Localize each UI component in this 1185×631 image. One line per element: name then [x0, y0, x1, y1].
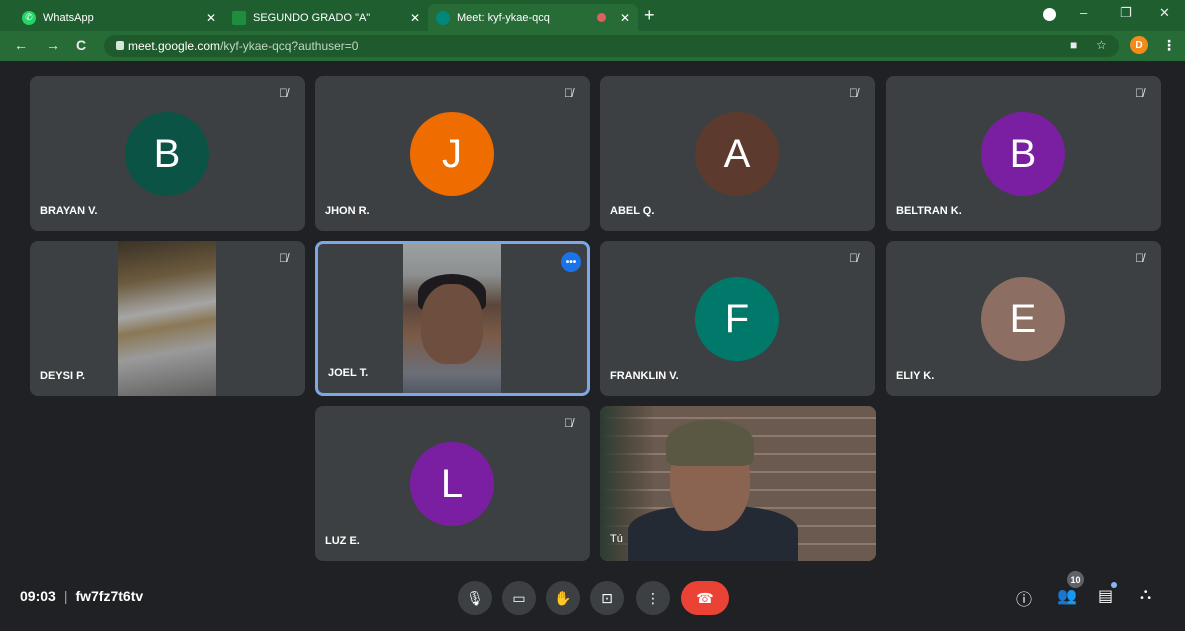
- bookmark-star-icon[interactable]: ☆: [1096, 38, 1107, 52]
- raise-hand-button[interactable]: ✋: [546, 581, 580, 615]
- profile-avatar[interactable]: D: [1130, 36, 1148, 54]
- participant-tile[interactable]: B 🎙̸ BRAYAN V.: [30, 76, 305, 231]
- participant-name: JOEL T.: [328, 367, 369, 379]
- avatar: L: [410, 442, 494, 526]
- tab-label: SEGUNDO GRADO "A": [253, 11, 371, 24]
- participant-name: ABEL Q.: [610, 205, 655, 217]
- browser-tab-bar: ✆ WhatsApp ✕ SEGUNDO GRADO "A" ✕ Meet: k…: [0, 0, 1185, 31]
- classroom-icon: [232, 10, 246, 25]
- participant-tile[interactable]: 🎙̸ DEYSI P.: [30, 241, 305, 396]
- participant-name: FRANKLIN V.: [610, 370, 679, 382]
- address-bar: ← → C meet.google.com/kyf-ykae-qcq?authu…: [0, 31, 1185, 61]
- url-field[interactable]: meet.google.com/kyf-ykae-qcq?authuser=0: [104, 35, 1119, 57]
- participant-video: [118, 241, 216, 396]
- avatar: B: [125, 112, 209, 196]
- tab-label: Meet: kyf-ykae-qcq: [457, 11, 550, 24]
- people-icon[interactable]: 👥: [1057, 586, 1077, 606]
- avatar: E: [981, 277, 1065, 361]
- meeting-controls-bar: 09:03 | fw7fz7t6tv 🎙 ▭ ✋ ⊡ ⋮ ☎ ⓘ 👥 ▤ ⛬: [0, 572, 1185, 631]
- tab-classroom[interactable]: SEGUNDO GRADO "A" ✕: [224, 4, 428, 31]
- participant-tile[interactable]: F 🎙̸ FRANKLIN V.: [600, 241, 875, 396]
- mic-off-icon: 🎙̸: [564, 86, 573, 100]
- new-tab-button[interactable]: +: [644, 5, 655, 26]
- minimize-icon[interactable]: –: [1080, 5, 1087, 20]
- leave-call-button[interactable]: ☎: [681, 581, 729, 615]
- browser-menu-icon[interactable]: ⋮: [1162, 37, 1176, 54]
- restore-icon[interactable]: ❐: [1120, 5, 1132, 21]
- tab-label: WhatsApp: [43, 11, 94, 24]
- camera-button[interactable]: ▭: [502, 581, 536, 615]
- tab-search-icon[interactable]: [1043, 8, 1056, 21]
- participant-tile[interactable]: E 🎙̸ ELIY K.: [886, 241, 1161, 396]
- avatar: A: [695, 112, 779, 196]
- mic-off-icon: 🎙̸: [849, 86, 858, 100]
- participant-name: JHON R.: [325, 205, 370, 217]
- chat-icon[interactable]: ▤: [1098, 586, 1113, 606]
- close-icon[interactable]: ✕: [206, 11, 216, 25]
- window-close-icon[interactable]: ✕: [1159, 5, 1170, 21]
- participant-count-badge: 10: [1067, 571, 1084, 588]
- meeting-time: 09:03: [20, 588, 56, 604]
- hand-icon: ✋: [554, 589, 572, 606]
- camera-permission-icon[interactable]: ■: [1070, 38, 1077, 52]
- mic-off-icon: 🎙̸: [564, 416, 573, 430]
- microphone-button[interactable]: 🎙: [458, 581, 492, 615]
- self-tile[interactable]: Tú: [600, 406, 876, 561]
- present-button[interactable]: ⊡: [590, 581, 624, 615]
- participant-name: LUZ E.: [325, 535, 360, 547]
- more-options-icon[interactable]: •••: [561, 252, 581, 272]
- activities-icon[interactable]: ⛬: [1140, 586, 1151, 604]
- participant-name: Tú: [610, 533, 623, 545]
- participant-tile[interactable]: B 🎙̸ BELTRAN K.: [886, 76, 1161, 231]
- mic-off-icon: 🎙̸: [1135, 251, 1144, 265]
- lock-icon: [116, 41, 124, 50]
- forward-icon[interactable]: →: [46, 37, 60, 53]
- recording-icon: [596, 13, 606, 22]
- tab-whatsapp[interactable]: ✆ WhatsApp ✕: [14, 4, 224, 31]
- mic-off-icon: 🎙̸: [279, 86, 288, 100]
- hangup-icon: ☎: [696, 589, 714, 606]
- close-icon[interactable]: ✕: [620, 11, 630, 25]
- mic-off-icon: 🎙̸: [279, 251, 288, 265]
- avatar: F: [695, 277, 779, 361]
- avatar: B: [981, 112, 1065, 196]
- participant-video: [403, 244, 501, 393]
- mic-off-icon: 🎙̸: [1135, 86, 1144, 100]
- present-screen-icon: ⊡: [601, 589, 613, 606]
- close-icon[interactable]: ✕: [410, 11, 420, 25]
- back-icon[interactable]: ←: [14, 37, 28, 53]
- more-vert-icon: ⋮: [646, 589, 660, 606]
- reload-icon[interactable]: C: [76, 37, 86, 53]
- mic-off-icon: 🎙̸: [849, 251, 858, 265]
- participant-tile[interactable]: A 🎙̸ ABEL Q.: [600, 76, 875, 231]
- participant-tile[interactable]: L 🎙̸ LUZ E.: [315, 406, 590, 561]
- whatsapp-icon: ✆: [22, 10, 36, 25]
- participant-name: BRAYAN V.: [40, 205, 98, 217]
- participant-name: BELTRAN K.: [896, 205, 962, 217]
- participant-tile[interactable]: J 🎙̸ JHON R.: [315, 76, 590, 231]
- participant-tile-selected[interactable]: ••• JOEL T.: [315, 241, 590, 396]
- url-text: meet.google.com/kyf-ykae-qcq?authuser=0: [128, 39, 359, 53]
- camera-icon: ▭: [512, 589, 526, 606]
- avatar: J: [410, 112, 494, 196]
- microphone-icon: 🎙: [466, 589, 484, 606]
- chat-notification-dot: [1111, 582, 1117, 588]
- participant-name: ELIY K.: [896, 370, 935, 382]
- meeting-info: 09:03 | fw7fz7t6tv: [20, 588, 144, 604]
- more-options-button[interactable]: ⋮: [636, 581, 670, 615]
- tab-meet[interactable]: Meet: kyf-ykae-qcq ✕: [428, 4, 638, 31]
- info-icon[interactable]: ⓘ: [1016, 586, 1032, 610]
- participant-name: DEYSI P.: [40, 370, 86, 382]
- meeting-code: fw7fz7t6tv: [75, 588, 144, 604]
- meet-icon: [436, 10, 450, 25]
